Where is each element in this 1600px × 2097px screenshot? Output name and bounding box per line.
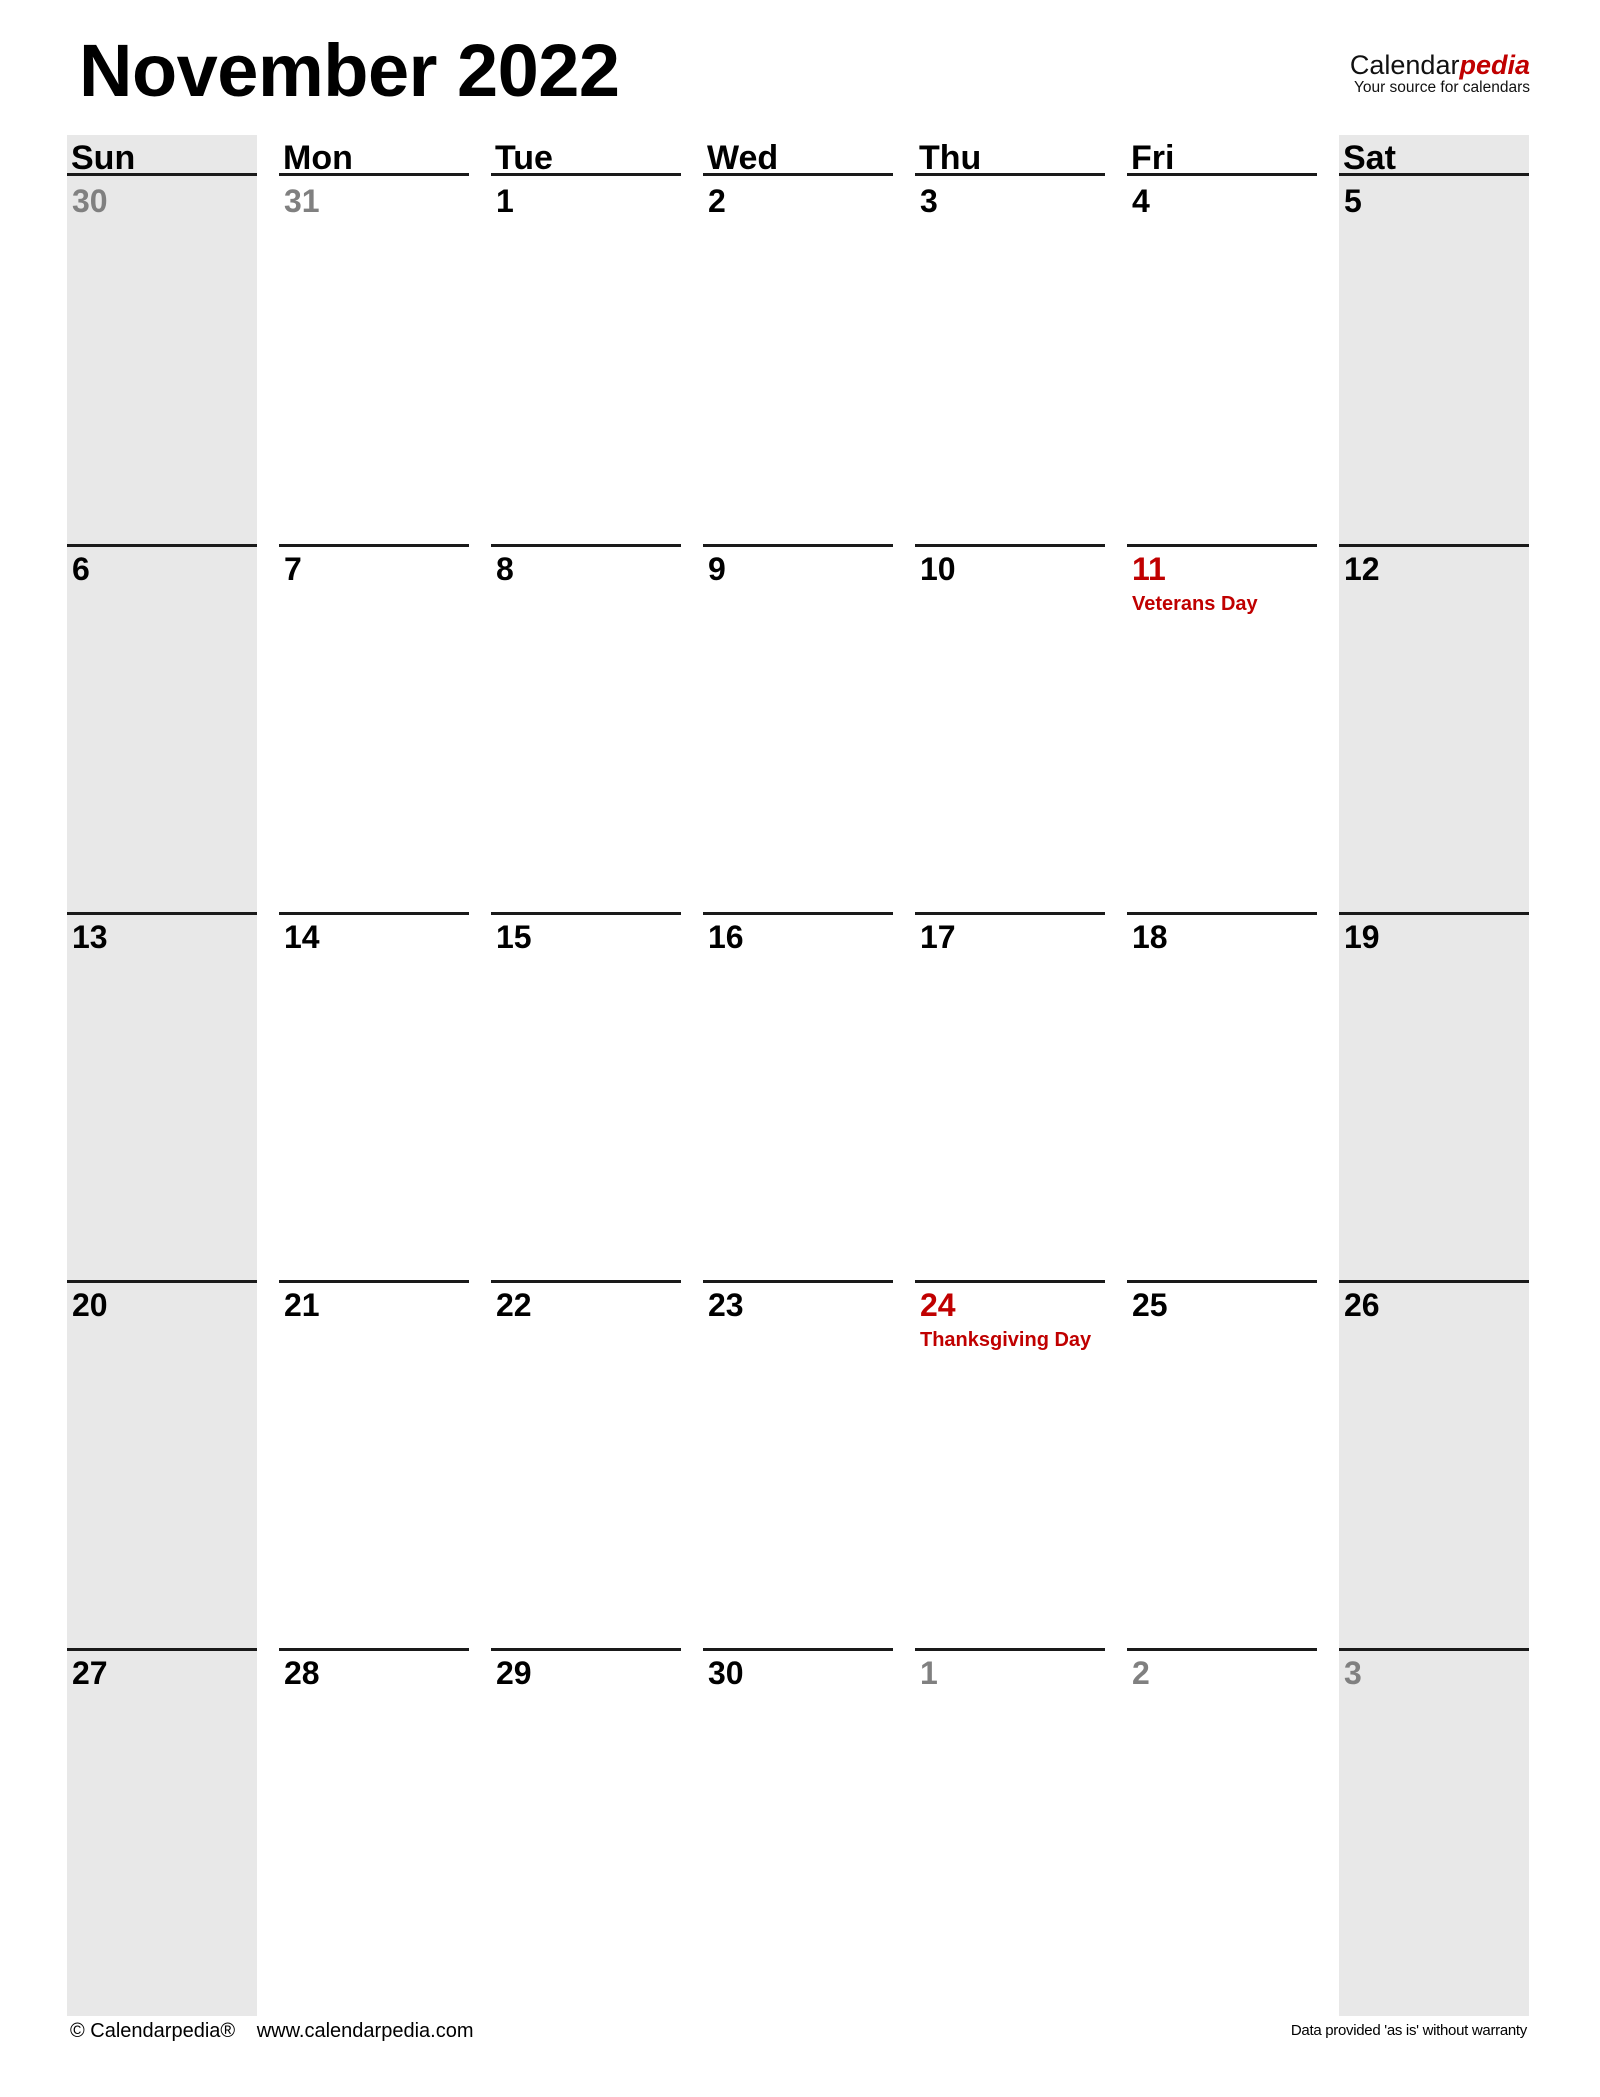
date-number: 12 <box>1344 551 1380 587</box>
day-cell[interactable]: 12 <box>1339 544 1529 912</box>
date-number: 16 <box>708 919 744 955</box>
day-cell[interactable]: 5 <box>1339 176 1529 544</box>
date-number: 10 <box>920 551 956 587</box>
date-number: 5 <box>1344 183 1362 219</box>
day-cell[interactable]: 13 <box>67 912 257 1280</box>
date-number: 20 <box>72 1287 108 1323</box>
date-number: 29 <box>496 1655 532 1691</box>
adjacent-month-date-number: 1 <box>920 1655 938 1691</box>
date-number: 4 <box>1132 183 1150 219</box>
date-number: 18 <box>1132 919 1168 955</box>
date-number: 25 <box>1132 1287 1168 1323</box>
day-cell[interactable]: 16 <box>703 912 893 1280</box>
day-cell[interactable]: 21 <box>279 1280 469 1648</box>
day-cell[interactable]: 22 <box>491 1280 681 1648</box>
day-cell[interactable]: 26 <box>1339 1280 1529 1648</box>
day-cell[interactable]: 11 Veterans Day <box>1127 544 1317 912</box>
day-cell[interactable]: 20 <box>67 1280 257 1648</box>
holiday-label: Thanksgiving Day <box>920 1329 1092 1351</box>
day-cell[interactable]: 31 <box>279 176 469 544</box>
calendar-grid: Sun Mon Tue Wed Thu Fri Sat 30 31 1 2 3 4 5 6 7 8 9 10 11 Ve… <box>67 135 1529 2016</box>
day-cell[interactable]: 1 <box>491 176 681 544</box>
date-number: 23 <box>708 1287 744 1323</box>
weekday-header: Sun <box>67 135 257 177</box>
weekday-header: Thu <box>915 135 1105 177</box>
date-number: 2 <box>708 183 726 219</box>
adjacent-month-date-number: 30 <box>72 183 108 219</box>
day-cell[interactable]: 2 <box>703 176 893 544</box>
day-cell[interactable]: 25 <box>1127 1280 1317 1648</box>
disclaimer-text: Data provided 'as is' without warranty <box>1290 2022 1527 2039</box>
day-cell[interactable]: 18 <box>1127 912 1317 1280</box>
brand-logo[interactable]: Calendarpedia Your source for calendars <box>1350 52 1530 96</box>
day-cell[interactable]: 7 <box>279 544 469 912</box>
website-link[interactable]: www.calendarpedia.com <box>257 2020 474 2042</box>
date-number: 13 <box>72 919 108 955</box>
brand-name-prefix: Calendar <box>1349 50 1460 80</box>
date-number: 1 <box>496 183 514 219</box>
footer-left: © Calendarpedia® www.calendarpedia.com <box>70 2020 473 2043</box>
day-cell[interactable]: 30 <box>703 1648 893 2016</box>
brand-tagline: Your source for calendars <box>1353 79 1530 96</box>
date-number: 21 <box>284 1287 320 1323</box>
day-cell[interactable]: 28 <box>279 1648 469 2016</box>
holiday-date-number: 11 <box>1132 551 1166 587</box>
holiday-date-number: 24 <box>920 1287 956 1323</box>
date-number: 9 <box>708 551 726 587</box>
date-number: 30 <box>708 1655 744 1691</box>
day-cell[interactable]: 10 <box>915 544 1105 912</box>
date-number: 7 <box>284 551 302 587</box>
weekday-header: Tue <box>491 135 681 177</box>
date-number: 6 <box>72 551 90 587</box>
weekday-header: Fri <box>1127 135 1317 177</box>
holiday-label: Veterans Day <box>1132 593 1258 615</box>
date-number: 28 <box>284 1655 320 1691</box>
day-cell[interactable]: 6 <box>67 544 257 912</box>
weekday-header: Wed <box>703 135 893 177</box>
brand-name: Calendarpedia <box>1350 52 1530 79</box>
day-cell[interactable]: 17 <box>915 912 1105 1280</box>
day-cell[interactable]: 23 <box>703 1280 893 1648</box>
day-cell[interactable]: 4 <box>1127 176 1317 544</box>
weekday-header: Sat <box>1339 135 1529 177</box>
date-number: 26 <box>1344 1287 1380 1323</box>
date-number: 15 <box>496 919 532 955</box>
day-cell[interactable]: 24 Thanksgiving Day <box>915 1280 1105 1648</box>
day-cell[interactable]: 3 <box>1339 1648 1529 2016</box>
day-cell[interactable]: 1 <box>915 1648 1105 2016</box>
adjacent-month-date-number: 2 <box>1132 1655 1150 1691</box>
copyright-text: © Calendarpedia® <box>70 2020 236 2042</box>
adjacent-month-date-number: 31 <box>284 183 320 219</box>
date-number: 17 <box>920 919 956 955</box>
day-cell[interactable]: 8 <box>491 544 681 912</box>
day-cell[interactable]: 19 <box>1339 912 1529 1280</box>
day-cell[interactable]: 9 <box>703 544 893 912</box>
day-cell[interactable]: 29 <box>491 1648 681 2016</box>
date-number: 8 <box>496 551 514 587</box>
date-number: 14 <box>284 919 320 955</box>
date-number: 19 <box>1344 919 1380 955</box>
day-cell[interactable]: 15 <box>491 912 681 1280</box>
day-cell[interactable]: 3 <box>915 176 1105 544</box>
weekday-header: Mon <box>279 135 469 177</box>
day-cell[interactable]: 27 <box>67 1648 257 2016</box>
date-number: 27 <box>72 1655 108 1691</box>
brand-name-suffix: pedia <box>1459 50 1530 80</box>
day-cell[interactable]: 14 <box>279 912 469 1280</box>
day-cell[interactable]: 2 <box>1127 1648 1317 2016</box>
date-number: 3 <box>920 183 938 219</box>
page-title: November 2022 <box>79 29 620 112</box>
adjacent-month-date-number: 3 <box>1344 1655 1362 1691</box>
day-cell[interactable]: 30 <box>67 176 257 544</box>
date-number: 22 <box>496 1287 532 1323</box>
